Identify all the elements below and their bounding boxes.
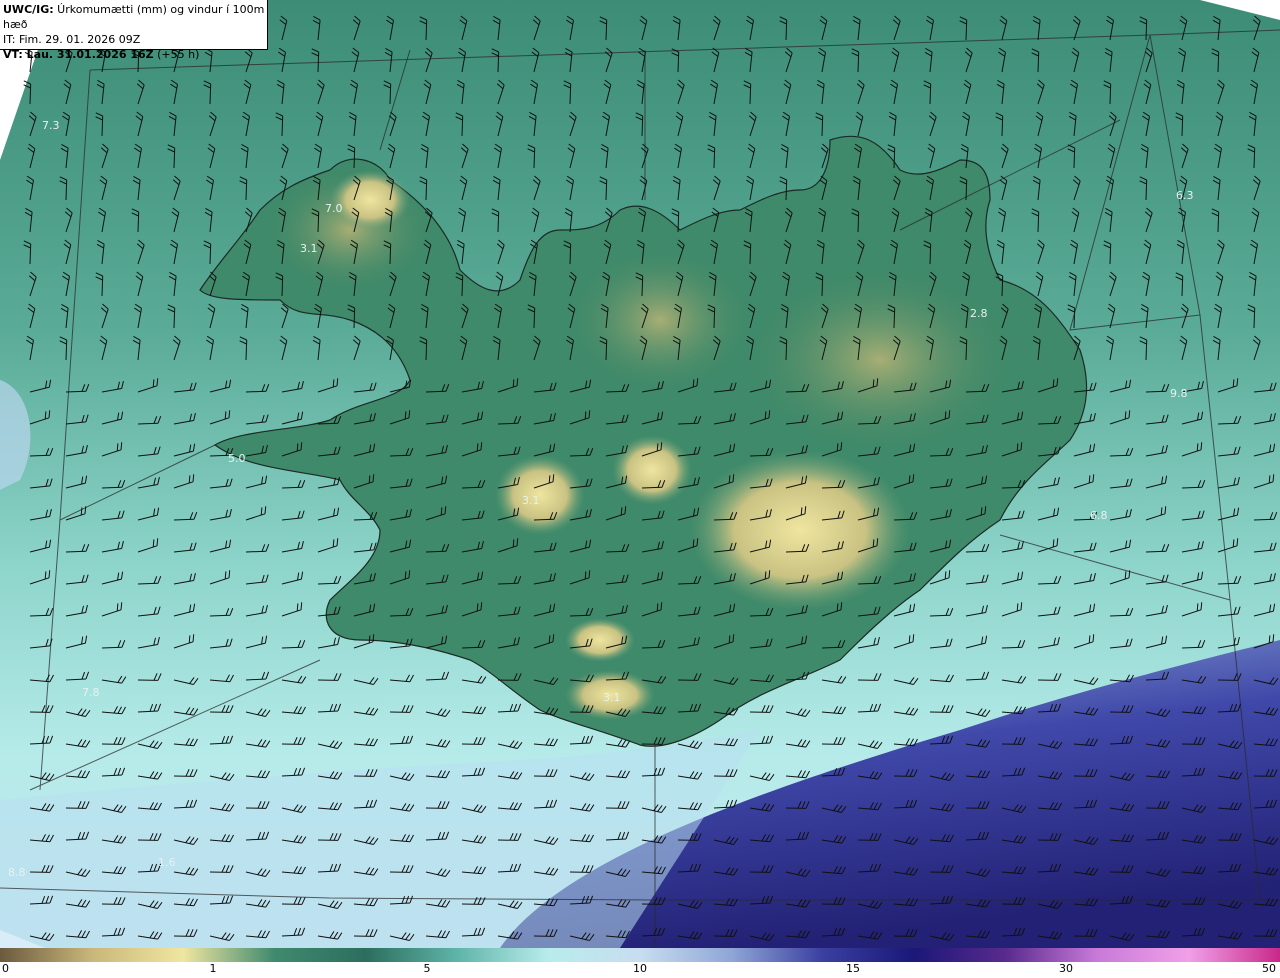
langjokull xyxy=(495,455,585,535)
map-value-label: 3.1 xyxy=(300,242,318,255)
colorbar-tick-label: 0 xyxy=(2,962,9,975)
map-value-label: 6.8 xyxy=(1090,509,1108,522)
colorbar-tick-label: 5 xyxy=(423,962,431,975)
map-value-label: 7.0 xyxy=(325,202,343,215)
map-value-label: 9.8 xyxy=(1170,387,1188,400)
valid-offset: (+55 h) xyxy=(153,48,200,61)
init-time: IT: Fim. 29. 01. 2026 09Z xyxy=(3,33,141,46)
colorbar-tick-label: 30 xyxy=(1059,962,1073,975)
colorbar-legend: 0 1 5 10 15 30 50 xyxy=(0,948,1280,978)
map-value-label: 1.6 xyxy=(158,856,176,869)
valid-time: VT: Lau. 31.01.2026 16Z xyxy=(3,48,154,61)
vatnajokull xyxy=(690,450,910,610)
drangajokull xyxy=(330,170,410,230)
map-value-label: 5.0 xyxy=(228,452,246,465)
map-value-label: 6.3 xyxy=(1176,189,1194,202)
map-value-label: 7.3 xyxy=(42,119,60,132)
map-value-label: 3.1 xyxy=(522,494,540,507)
colorbar xyxy=(0,948,1280,962)
precipitation-wind-map: 7.3 7.0 3.1 6.3 2.8 9.8 5.0 3.1 6.8 7.8 3.1 1.6 8.8 xyxy=(0,0,1280,948)
glacier-south xyxy=(565,618,635,662)
map-header: UWC/IG: Úrkomumætti (mm) og vindur í 100… xyxy=(0,0,268,61)
colorbar-tick-label: 15 xyxy=(846,962,860,975)
colorbar-tick-label: 50 xyxy=(1262,962,1276,975)
colorbar-tick-label: 10 xyxy=(633,962,647,975)
highland-north xyxy=(570,250,750,390)
model-name: UWC/IG: xyxy=(3,3,54,16)
map-value-label: 2.8 xyxy=(970,307,988,320)
map-value-label: 7.8 xyxy=(82,686,100,699)
hofsjokull xyxy=(612,435,692,505)
valid-time-line: VT: Lau. 31.01.2026 16Z (+55 h) xyxy=(3,47,267,62)
map-value-label: 3.1 xyxy=(603,691,621,704)
map-title-line: UWC/IG: Úrkomumætti (mm) og vindur í 100… xyxy=(3,2,267,32)
colorbar-tick-label: 1 xyxy=(209,962,217,975)
map-value-label: 8.8 xyxy=(8,866,26,879)
